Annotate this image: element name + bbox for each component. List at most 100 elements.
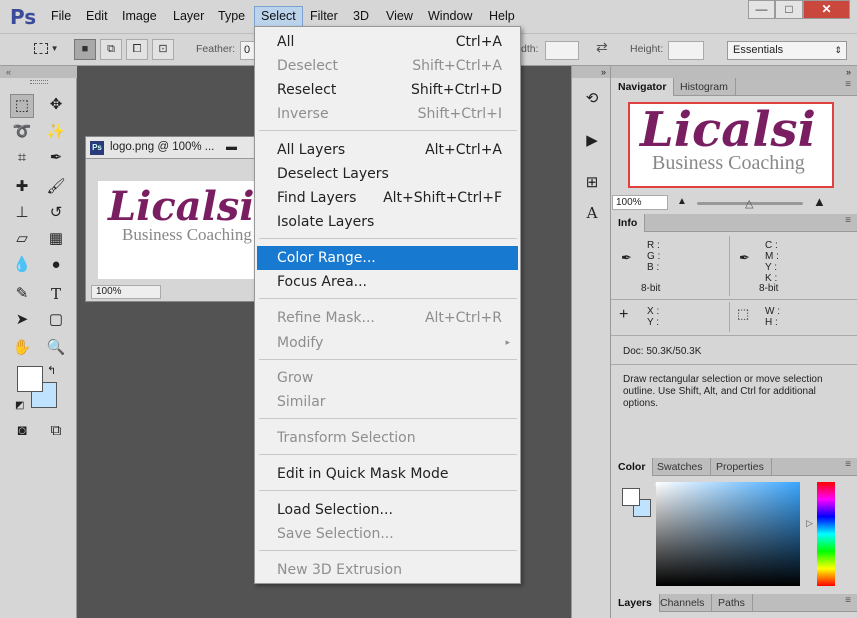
- hand-tool-icon[interactable]: ✋: [10, 337, 34, 361]
- modify-item[interactable]: Modify ▸: [257, 331, 518, 355]
- inverse-item[interactable]: Inverse Shift+Ctrl+I: [257, 102, 518, 126]
- tab-histogram[interactable]: Histogram: [673, 78, 736, 96]
- pen-tool-icon[interactable]: ✎: [10, 283, 34, 307]
- menu-view[interactable]: View: [380, 6, 419, 27]
- panels-collapse-icon[interactable]: »: [611, 66, 857, 78]
- marquee-preset-picker[interactable]: ▼: [25, 39, 67, 60]
- color-panel-fg-swatch[interactable]: [622, 488, 640, 506]
- grow-item[interactable]: Grow: [257, 366, 518, 390]
- tab-paths[interactable]: Paths: [711, 594, 753, 612]
- zoom-in-icon[interactable]: ▲: [813, 194, 826, 209]
- document-window[interactable]: Ps logo.png @ 100% ... ▬ Licalsi Busines…: [85, 136, 262, 302]
- blur-tool-icon[interactable]: 💧: [10, 254, 34, 278]
- isolate-layers-item[interactable]: Isolate Layers: [257, 210, 518, 234]
- swap-dimensions-icon[interactable]: ⇄: [596, 39, 608, 56]
- color-panel-menu-icon[interactable]: ≡: [845, 459, 851, 470]
- brush-tool-icon[interactable]: 🖌: [44, 176, 68, 200]
- magic-wand-tool-icon[interactable]: ✨: [44, 121, 68, 145]
- menu-file[interactable]: File: [45, 6, 77, 27]
- history-panel-icon[interactable]: ⟲: [580, 88, 604, 112]
- quick-mask-icon[interactable]: ◙: [10, 420, 34, 444]
- info-panel-menu-icon[interactable]: ≡: [845, 215, 851, 226]
- eraser-tool-icon[interactable]: ▱: [10, 228, 34, 252]
- close-button[interactable]: ✕: [803, 0, 850, 19]
- hue-slider-arrow[interactable]: ▷: [806, 518, 813, 529]
- tab-swatches[interactable]: Swatches: [650, 458, 711, 476]
- screen-mode-icon[interactable]: ⧉: [44, 420, 68, 444]
- panel-menu-icon[interactable]: ≡: [845, 79, 851, 90]
- tab-color[interactable]: Color: [611, 458, 654, 476]
- swap-colors-icon[interactable]: ↰: [47, 364, 56, 377]
- color-range-item[interactable]: Color Range...: [257, 246, 518, 270]
- add-selection-button[interactable]: ⧉: [100, 39, 122, 60]
- gradient-tool-icon[interactable]: ▦: [44, 228, 68, 252]
- similar-item[interactable]: Similar: [257, 390, 518, 414]
- dodge-tool-icon[interactable]: ●: [44, 254, 68, 278]
- color-spectrum-field[interactable]: [656, 482, 800, 586]
- color-picker-handle[interactable]: ○: [654, 480, 659, 489]
- spot-healing-tool-icon[interactable]: ✚: [10, 176, 34, 200]
- tools-panel-header[interactable]: «: [0, 66, 77, 78]
- document-canvas[interactable]: Licalsi Business Coaching: [98, 181, 262, 279]
- panel-grip[interactable]: [30, 80, 48, 84]
- find-layers-item[interactable]: Find Layers Alt+Shift+Ctrl+F: [257, 186, 518, 210]
- zoom-slider-thumb[interactable]: △: [745, 197, 753, 210]
- tool-presets-icon[interactable]: ⊞: [580, 172, 604, 196]
- load-selection-item[interactable]: Load Selection...: [257, 498, 518, 522]
- foreground-color-swatch[interactable]: [17, 366, 43, 392]
- menu-filter[interactable]: Filter: [304, 6, 344, 27]
- menu-image[interactable]: Image: [116, 6, 163, 27]
- lasso-tool-icon[interactable]: ➰: [10, 121, 34, 145]
- zoom-out-icon[interactable]: ▲: [677, 196, 687, 207]
- new-3d-extrusion-item[interactable]: New 3D Extrusion: [257, 558, 518, 582]
- deselect-item[interactable]: Deselect Shift+Ctrl+A: [257, 54, 518, 78]
- focus-area-item[interactable]: Focus Area...: [257, 270, 518, 294]
- clone-stamp-tool-icon[interactable]: ⊥: [10, 202, 34, 226]
- new-selection-button[interactable]: ■: [74, 39, 96, 60]
- menu-help[interactable]: Help: [483, 6, 521, 27]
- default-colors-icon[interactable]: ◩: [15, 400, 24, 411]
- navigator-zoom-field[interactable]: 100%: [612, 195, 668, 210]
- zoom-tool-icon[interactable]: 🔍: [44, 337, 68, 361]
- tab-info[interactable]: Info: [611, 214, 646, 232]
- rectangle-tool-icon[interactable]: ▢: [44, 309, 68, 333]
- width-input[interactable]: [545, 41, 579, 60]
- path-selection-tool-icon[interactable]: ➤: [10, 309, 34, 333]
- crop-tool-icon[interactable]: ⌗: [10, 147, 34, 171]
- move-tool-icon[interactable]: ✥: [44, 94, 68, 118]
- history-brush-tool-icon[interactable]: ↺: [44, 202, 68, 226]
- reselect-item[interactable]: Reselect Shift+Ctrl+D: [257, 78, 518, 102]
- tab-properties[interactable]: Properties: [709, 458, 772, 476]
- actions-panel-icon[interactable]: ▶: [580, 130, 604, 154]
- minimize-document-icon[interactable]: ▬: [226, 137, 237, 158]
- navigator-thumbnail[interactable]: Licalsi Business Coaching: [628, 102, 834, 188]
- save-selection-item[interactable]: Save Selection...: [257, 522, 518, 546]
- maximize-button[interactable]: □: [775, 0, 803, 19]
- rectangular-marquee-tool-icon[interactable]: ⬚: [10, 94, 34, 118]
- subtract-selection-button[interactable]: ⧠: [126, 39, 148, 60]
- tab-channels[interactable]: Channels: [653, 594, 713, 612]
- select-all-item[interactable]: All Ctrl+A: [257, 30, 518, 54]
- type-tool-icon[interactable]: T: [44, 283, 68, 307]
- transform-selection-item[interactable]: Transform Selection: [257, 426, 518, 450]
- hue-slider[interactable]: [817, 482, 835, 586]
- refine-mask-item[interactable]: Refine Mask... Alt+Ctrl+R: [257, 306, 518, 330]
- eyedropper-tool-icon[interactable]: ✒: [44, 147, 68, 171]
- height-input[interactable]: [668, 41, 704, 60]
- character-panel-icon[interactable]: A: [580, 202, 604, 226]
- menu-3d[interactable]: 3D: [347, 6, 375, 27]
- menu-window[interactable]: Window: [422, 6, 478, 27]
- layers-panel-menu-icon[interactable]: ≡: [845, 595, 851, 606]
- quick-mask-item[interactable]: Edit in Quick Mask Mode: [257, 462, 518, 486]
- menu-edit[interactable]: Edit: [80, 6, 114, 27]
- intersect-selection-button[interactable]: ⊡: [152, 39, 174, 60]
- deselect-layers-item[interactable]: Deselect Layers: [257, 162, 518, 186]
- all-layers-item[interactable]: All Layers Alt+Ctrl+A: [257, 138, 518, 162]
- document-tab[interactable]: Ps logo.png @ 100% ... ▬: [86, 137, 262, 159]
- menu-layer[interactable]: Layer: [167, 6, 210, 27]
- workspace-select[interactable]: Essentials ⇕: [727, 41, 847, 60]
- tab-navigator[interactable]: Navigator: [611, 78, 675, 96]
- dock-collapse-icon[interactable]: »: [572, 66, 610, 78]
- minimize-button[interactable]: —: [748, 0, 775, 19]
- menu-type[interactable]: Type: [212, 6, 251, 27]
